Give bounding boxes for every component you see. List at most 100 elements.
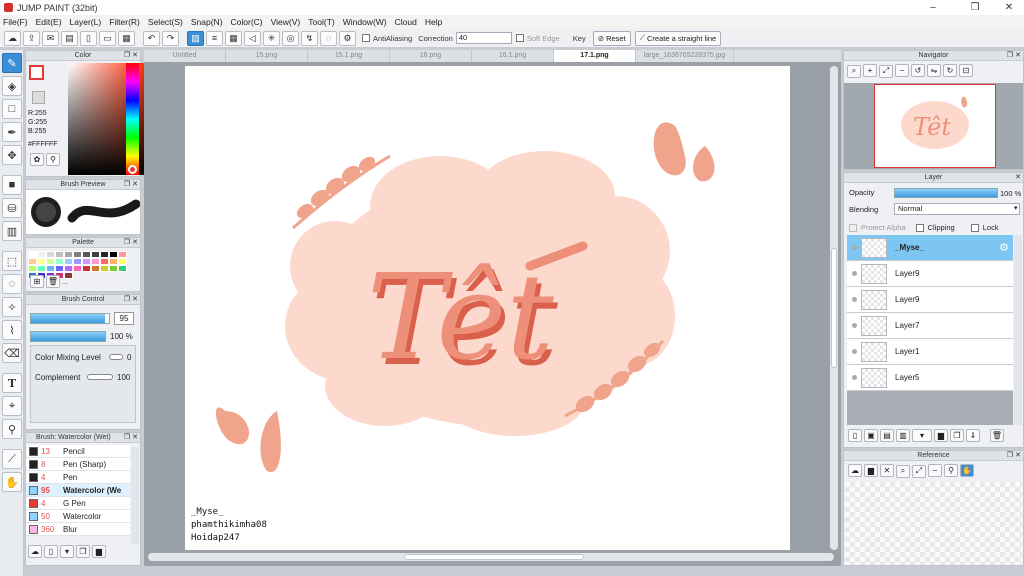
palette-swatch[interactable] (46, 258, 55, 265)
lock-checkbox[interactable] (970, 223, 979, 232)
select-pen-tool-icon[interactable]: ⌇ (2, 320, 22, 340)
straight-line-button[interactable]: ⟋ Create a straight line (634, 30, 722, 46)
new-1bit-layer-icon[interactable]: ▥ (896, 429, 910, 442)
palette-swatch[interactable] (82, 251, 91, 258)
soft-edge-checkbox[interactable] (515, 34, 524, 42)
reference-canvas[interactable] (845, 482, 1022, 565)
menu-color[interactable]: Color(C) (231, 17, 263, 27)
palette-swatch[interactable] (118, 265, 127, 272)
brush-item[interactable]: 4 G Pen (26, 497, 130, 510)
palette-swatch[interactable] (28, 258, 37, 265)
tab-16-1[interactable]: 16.1.png (472, 50, 554, 62)
palette-swatch[interactable] (64, 265, 73, 272)
palette-swatch[interactable] (100, 251, 109, 258)
layer-row[interactable]: Layer9 (847, 287, 1013, 313)
layer-more-icon[interactable]: ▾ (912, 429, 932, 442)
protect-alpha-checkbox[interactable] (849, 223, 857, 232)
snap-settings-icon[interactable]: ⚙ (339, 30, 356, 46)
snap-perspective-icon[interactable]: ◁ (244, 30, 261, 46)
panel-close-icon[interactable]: ❐ ✕ (1007, 51, 1021, 61)
layer-row[interactable]: Layer1 (847, 339, 1013, 365)
comic-icon[interactable]: ▤ (61, 30, 78, 46)
palette-swatch[interactable] (55, 265, 64, 272)
palette-swatch[interactable] (109, 258, 118, 265)
complement-slider[interactable] (87, 374, 113, 380)
redo-icon[interactable]: ↷ (162, 30, 179, 46)
fill-rect-tool-icon[interactable]: ■ (2, 175, 22, 195)
snap-off-icon[interactable]: ▨ (187, 30, 204, 46)
palette-swatch[interactable] (82, 258, 91, 265)
brush-item[interactable]: 13 Pencil (26, 445, 130, 458)
page-icon[interactable]: ▯ (80, 30, 97, 46)
tab-15[interactable]: 15.png (226, 50, 308, 62)
visibility-icon[interactable] (847, 297, 861, 302)
snap-circle-icon[interactable]: ◎ (282, 30, 299, 46)
brush-copy-icon[interactable]: ❐ (76, 545, 90, 558)
panel-close-icon[interactable]: ❐ ✕ (124, 238, 138, 248)
eraser-tool-icon[interactable]: ◈ (2, 76, 22, 96)
tab-15-1[interactable]: 15.1.png (308, 50, 390, 62)
palette-swatch[interactable] (118, 258, 127, 265)
fit-icon[interactable]: ⤢ (879, 64, 893, 78)
brush-tool-icon[interactable]: ✎ (2, 53, 22, 73)
palette-swatch[interactable] (118, 251, 127, 258)
panel-close-icon[interactable]: ❐ ✕ (124, 51, 138, 61)
tab-large[interactable]: large_1636765228375.jpg (636, 50, 734, 62)
undo-icon[interactable]: ↶ (143, 30, 160, 46)
layer-folder-icon[interactable]: ▆ (934, 429, 948, 442)
palette-swatch[interactable] (64, 251, 73, 258)
rect-select-tool-icon[interactable]: □ (2, 99, 22, 119)
layer-row[interactable]: _Myse_ ⚙ (847, 235, 1013, 261)
new-layer-icon[interactable]: ▯ (848, 429, 862, 442)
brush-item-selected[interactable]: 95 Watercolor (We (26, 484, 130, 497)
layer-row[interactable]: Layer9 (847, 261, 1013, 287)
brush-add-icon[interactable]: ▾ (60, 545, 74, 558)
rotate-left-icon[interactable]: ↺ (911, 64, 925, 77)
layer-opacity-slider[interactable] (894, 188, 998, 198)
reference-fit-icon[interactable]: ⤢ (912, 464, 926, 478)
visibility-icon[interactable] (847, 323, 861, 328)
menu-file[interactable]: File(F) (3, 17, 28, 27)
palette-swatch[interactable] (28, 265, 37, 272)
navigator-thumbnail[interactable]: Têt (874, 84, 996, 168)
foreground-color-swatch[interactable] (29, 65, 44, 80)
snap-radial-icon[interactable]: ✳ (263, 30, 280, 46)
clipping-checkbox[interactable] (915, 223, 924, 232)
hand-tool-icon[interactable]: ✋ (2, 472, 22, 492)
flip-icon[interactable]: ⇋ (927, 64, 941, 77)
comment-icon[interactable]: ✉ (42, 30, 59, 46)
palette-delete-icon[interactable]: 🗑 (46, 275, 60, 288)
palette-swatch[interactable] (64, 258, 73, 265)
pages-icon[interactable]: ▭ (99, 30, 116, 46)
brush-size-slider[interactable] (30, 313, 110, 324)
correction-select[interactable]: 40 (455, 32, 512, 44)
brush-folder-icon[interactable]: ▆ (92, 545, 106, 558)
zoom-icon[interactable]: ⌕ (847, 64, 861, 78)
reset-button[interactable]: ⊘ Reset (592, 30, 631, 46)
pen-tool-icon[interactable]: ✒ (2, 122, 22, 142)
zoom-in-icon[interactable]: + (863, 64, 877, 77)
brush-item[interactable]: 4 Pen (26, 471, 130, 484)
palette-swatch[interactable] (37, 265, 46, 272)
reference-hand-icon[interactable]: ✋ (960, 464, 974, 477)
menu-window[interactable]: Window(W) (343, 17, 387, 27)
visibility-icon[interactable] (847, 271, 861, 276)
palette-swatch[interactable] (73, 265, 82, 272)
menu-layer[interactable]: Layer(L) (70, 17, 102, 27)
brush-list-scrollbar[interactable] (131, 447, 139, 544)
duplicate-layer-icon[interactable]: ❐ (950, 429, 964, 442)
marquee-tool-icon[interactable]: ⬚ (2, 251, 22, 271)
new-halftone-layer-icon[interactable]: ▣ (864, 429, 878, 442)
reference-zoom-icon[interactable]: ⌕ (896, 464, 910, 478)
reference-cloud-icon[interactable]: ☁ (848, 464, 862, 477)
snap-curve-icon[interactable]: ↯ (301, 30, 318, 46)
background-color-swatch[interactable] (32, 91, 45, 104)
layer-row[interactable]: Layer7 (847, 313, 1013, 339)
restore-button[interactable]: ❐ (960, 0, 990, 15)
rotate-right-icon[interactable]: ↻ (943, 64, 957, 77)
magic-wand-tool-icon[interactable]: ✧ (2, 297, 22, 317)
brush-opacity-slider[interactable] (30, 331, 106, 342)
palette-swatch[interactable] (28, 251, 37, 258)
brush-cloud-icon[interactable]: ☁ (28, 545, 42, 558)
snap-grid-icon[interactable]: ▦ (225, 30, 242, 46)
